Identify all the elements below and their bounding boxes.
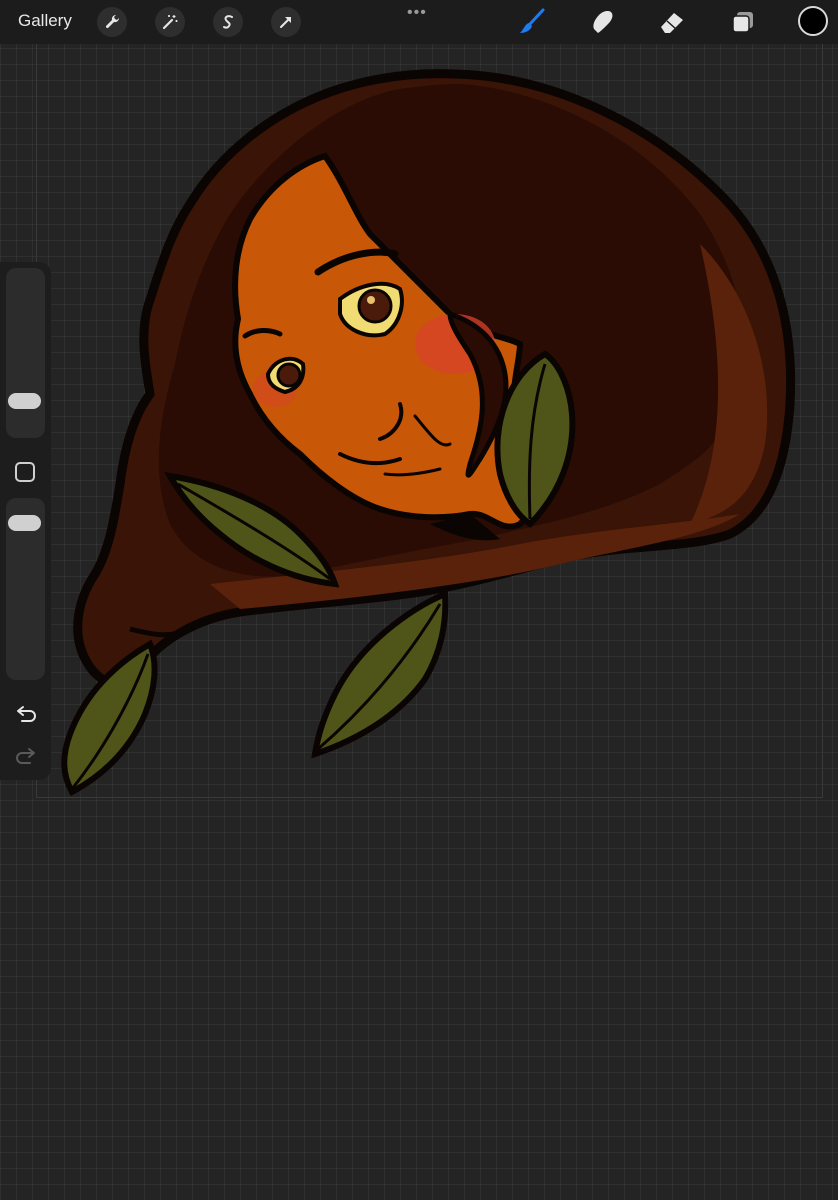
opacity-thumb[interactable] (8, 515, 41, 531)
modify-button[interactable] (15, 462, 35, 482)
eraser-tool-button[interactable] (656, 6, 688, 38)
smudge-tool-button[interactable] (586, 6, 618, 38)
eye-left (276, 362, 302, 388)
brush-size-slider[interactable] (6, 268, 45, 438)
selection-button[interactable] (213, 7, 243, 37)
layers-icon (732, 12, 753, 33)
adjustments-button[interactable] (155, 7, 185, 37)
transform-arrow-icon (280, 17, 291, 28)
smudge-icon (593, 11, 613, 33)
brush-icon (520, 8, 545, 33)
eraser-icon (661, 13, 683, 33)
eye-right (357, 288, 393, 324)
more-options-button[interactable]: ••• (407, 4, 427, 22)
magic-wand-icon (162, 15, 178, 30)
selection-s-icon (223, 15, 233, 29)
artwork-illustration (61, 69, 796, 797)
undo-arrow-icon[interactable] (12, 702, 40, 726)
leaf-bottom-center (311, 589, 449, 759)
actions-button[interactable] (97, 7, 127, 37)
brush-tool-button[interactable] (516, 6, 548, 38)
transform-button[interactable] (271, 7, 301, 37)
left-sidebar (0, 262, 51, 780)
brush-size-thumb[interactable] (8, 393, 41, 409)
gallery-button[interactable]: Gallery (18, 11, 72, 31)
color-picker-button[interactable] (798, 6, 828, 36)
layers-button[interactable] (727, 6, 759, 38)
top-toolbar: Gallery ••• (0, 0, 838, 44)
redo-arrow-icon[interactable] (12, 744, 40, 768)
wrench-icon (105, 14, 120, 29)
